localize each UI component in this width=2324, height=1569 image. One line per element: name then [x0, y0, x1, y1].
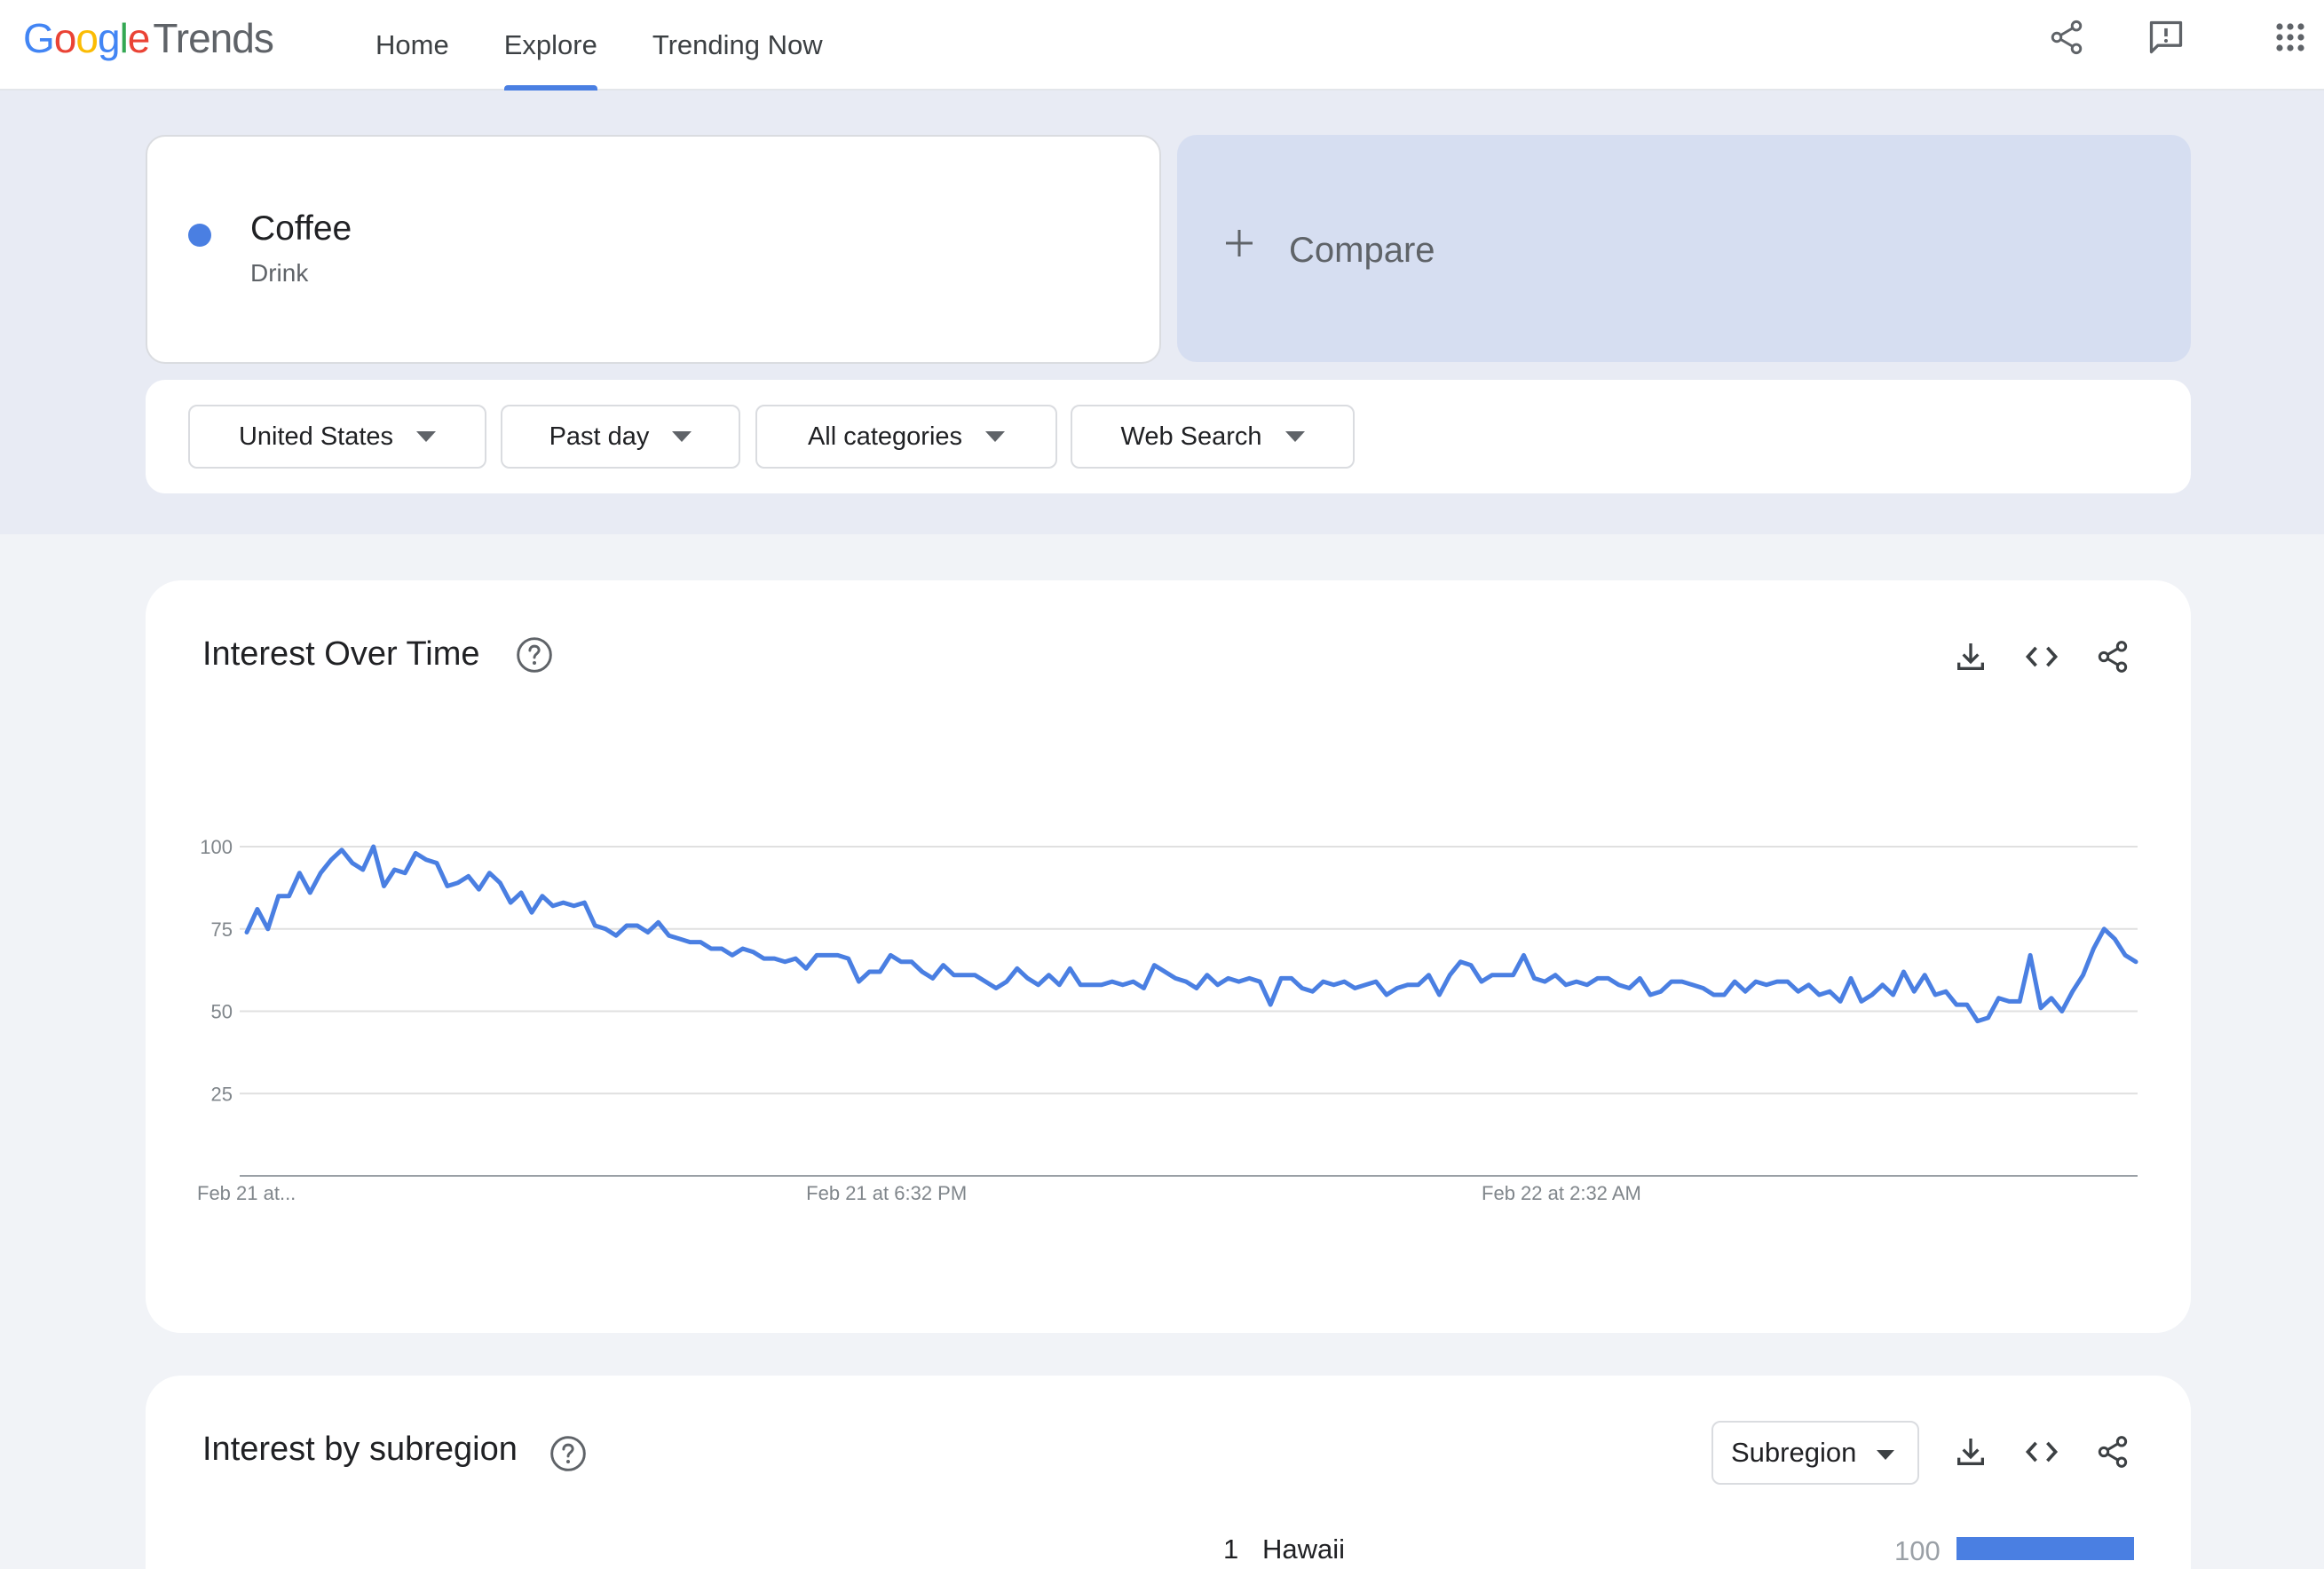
share-icon-svg	[2098, 641, 2128, 673]
interest-by-subregion-title: Interest by subregion	[202, 1431, 518, 1468]
logo-letter: G	[23, 15, 55, 61]
share-icon[interactable]	[2091, 1431, 2134, 1473]
caret-down-icon	[416, 431, 437, 442]
apps-grid-icon-svg	[2276, 23, 2304, 51]
filter-search-type-label: Web Search	[1120, 422, 1262, 451]
logo-letter: o	[75, 15, 99, 61]
embed-code-icon[interactable]	[2020, 1431, 2063, 1473]
filter-category-label: All categories	[807, 422, 963, 451]
logo-letter: g	[97, 15, 121, 61]
subregion-row[interactable]: 1 Hawaii 100	[1223, 1530, 2138, 1569]
search-term-card[interactable]	[146, 135, 1161, 364]
embed-code-icon-svg	[2025, 1441, 2059, 1463]
top-bar: Go o g l e Trends Home Explore Trending Now	[0, 0, 2324, 91]
filter-time-range-label: Past day	[549, 422, 650, 451]
embed-code-icon[interactable]	[2020, 635, 2063, 678]
logo-letter: e	[127, 15, 151, 61]
caret-down-icon	[1877, 1450, 1894, 1460]
caret-down-icon	[1285, 431, 1305, 442]
logo-trends-text: Trends	[153, 15, 273, 61]
subregion-select[interactable]: Subregion	[1711, 1421, 1919, 1485]
nav-home-label: Home	[375, 29, 449, 60]
subregion-value-bar	[1956, 1537, 2134, 1560]
logo-letter: o	[53, 15, 77, 61]
download-icon-svg	[1957, 1439, 1984, 1465]
nav-trending-now[interactable]: Trending Now	[625, 0, 850, 91]
search-term-name[interactable]: Coffee	[250, 209, 352, 248]
feedback-icon[interactable]	[2141, 12, 2191, 62]
google-trends-logo[interactable]: Go o g l e Trends	[23, 14, 274, 67]
caret-down-icon	[985, 431, 1006, 442]
nav-home[interactable]: Home	[348, 0, 477, 91]
subregion-rank: 1	[1223, 1534, 1239, 1565]
nav-explore-label: Explore	[503, 29, 597, 60]
term-color-dot	[188, 224, 211, 247]
subregion-value: 100	[1894, 1535, 1941, 1566]
interest-over-time-card	[146, 580, 2191, 1333]
filter-time-range[interactable]: Past day	[501, 405, 740, 469]
search-term-type: Drink	[250, 259, 309, 287]
plus-icon	[1226, 230, 1253, 256]
filter-search-type[interactable]: Web Search	[1071, 405, 1355, 469]
download-icon[interactable]	[1949, 635, 1992, 678]
caret-down-icon	[672, 431, 692, 442]
subregion-name: Hawaii	[1262, 1534, 1346, 1565]
help-icon[interactable]	[549, 1434, 588, 1473]
help-icon[interactable]	[515, 635, 554, 674]
compare-label: Compare	[1289, 231, 1435, 270]
filter-region-label: United States	[238, 422, 394, 451]
filter-region[interactable]: United States	[188, 405, 486, 469]
embed-code-icon-svg	[2025, 646, 2059, 667]
subregion-select-label: Subregion	[1731, 1437, 1857, 1468]
main-nav: Home Explore Trending Now	[348, 0, 850, 91]
interest-over-time-title: Interest Over Time	[202, 635, 480, 673]
share-icon-svg	[2051, 20, 2083, 55]
filter-category[interactable]: All categories	[755, 405, 1057, 469]
download-icon[interactable]	[1949, 1431, 1992, 1473]
apps-grid-icon[interactable]	[2265, 12, 2315, 62]
share-icon[interactable]	[2091, 635, 2134, 678]
download-icon-svg	[1957, 643, 1984, 670]
feedback-icon-svg	[2149, 20, 2183, 54]
nav-explore[interactable]: Explore	[477, 0, 625, 91]
share-icon-svg	[2098, 1436, 2128, 1468]
nav-trending-now-label: Trending Now	[652, 29, 823, 60]
logo-letter: l	[119, 15, 129, 61]
share-icon[interactable]	[2042, 12, 2091, 62]
